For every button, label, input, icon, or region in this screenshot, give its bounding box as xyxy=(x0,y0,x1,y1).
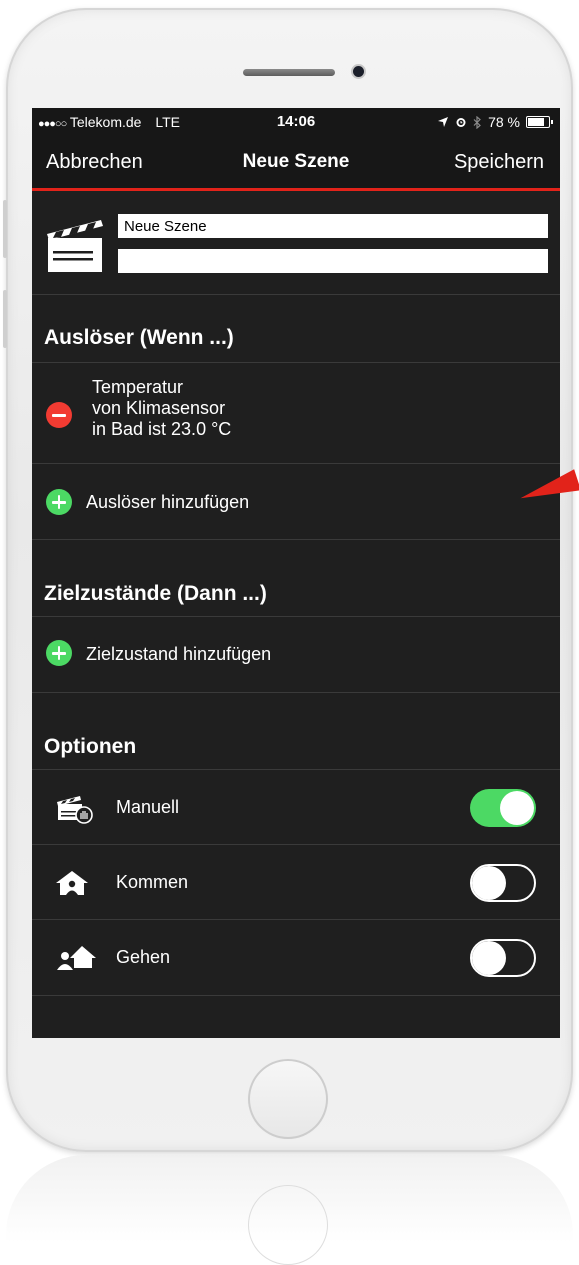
add-trigger-row[interactable]: Auslöser hinzufügen xyxy=(32,463,560,540)
option-row-arrive: Kommen xyxy=(32,844,560,920)
options-section-title: Optionen xyxy=(44,735,137,758)
triggers-section-title: Auslöser (Wenn ...) xyxy=(44,326,234,349)
trigger-description: Temperatur von Klimasensor in Bad ist 23… xyxy=(92,377,231,440)
navigation-bar: Abbrechen Neue Szene Speichern xyxy=(32,136,560,191)
manual-toggle[interactable] xyxy=(470,789,536,827)
location-arrow-icon xyxy=(438,117,449,127)
option-row-leave: Gehen xyxy=(32,919,560,996)
side-button xyxy=(3,200,7,258)
status-icons: 78 % xyxy=(437,114,553,130)
trigger-line: Temperatur xyxy=(92,377,184,397)
leave-home-icon xyxy=(57,946,96,970)
status-bar: ●●●○○ Telekom.de LTE 14:06 78 % xyxy=(32,108,560,136)
trigger-item[interactable]: Temperatur von Klimasensor in Bad ist 23… xyxy=(32,362,560,463)
add-target-icon[interactable] xyxy=(46,640,72,666)
scene-description-input[interactable] xyxy=(118,249,548,273)
option-row-manual: Manuell xyxy=(32,769,560,845)
toggle-knob xyxy=(472,941,506,975)
add-trigger-label: Auslöser hinzufügen xyxy=(86,492,250,512)
arrive-toggle[interactable] xyxy=(470,864,536,902)
front-camera xyxy=(353,66,364,77)
add-trigger-icon[interactable] xyxy=(46,489,72,515)
trigger-line: von Klimasensor xyxy=(92,398,226,418)
leave-toggle[interactable] xyxy=(470,939,536,977)
scene-header xyxy=(32,191,560,295)
side-button xyxy=(3,290,7,348)
option-label: Manuell xyxy=(116,797,180,817)
battery-fill xyxy=(528,118,544,126)
trigger-line: in Bad ist 23.0 °C xyxy=(92,419,232,439)
alarm-clock-icon xyxy=(456,118,466,127)
home-button[interactable] xyxy=(248,1059,328,1139)
option-label: Kommen xyxy=(116,872,189,892)
battery-percentage: 78 % xyxy=(488,114,520,130)
arrive-home-icon xyxy=(56,871,88,895)
option-label: Gehen xyxy=(116,947,171,967)
toggle-knob xyxy=(472,866,506,900)
toggle-knob xyxy=(500,791,534,825)
targets-section-title: Zielzustände (Dann ...) xyxy=(44,582,267,605)
remove-trigger-icon[interactable] xyxy=(46,402,72,428)
earpiece-speaker xyxy=(243,69,335,76)
add-target-label: Zielzustand hinzufügen xyxy=(86,644,272,664)
app-screen: ●●●○○ Telekom.de LTE 14:06 78 % Abbreche… xyxy=(32,108,560,1038)
scene-name-input[interactable] xyxy=(118,214,548,238)
clapperboard-icon[interactable] xyxy=(44,216,108,274)
manual-scene-icon xyxy=(57,796,93,824)
save-button[interactable]: Speichern xyxy=(454,151,544,174)
battery-icon xyxy=(526,116,553,128)
add-target-row[interactable]: Zielzustand hinzufügen xyxy=(32,616,560,693)
bluetooth-icon xyxy=(473,115,481,129)
home-button-reflection xyxy=(248,1185,328,1265)
